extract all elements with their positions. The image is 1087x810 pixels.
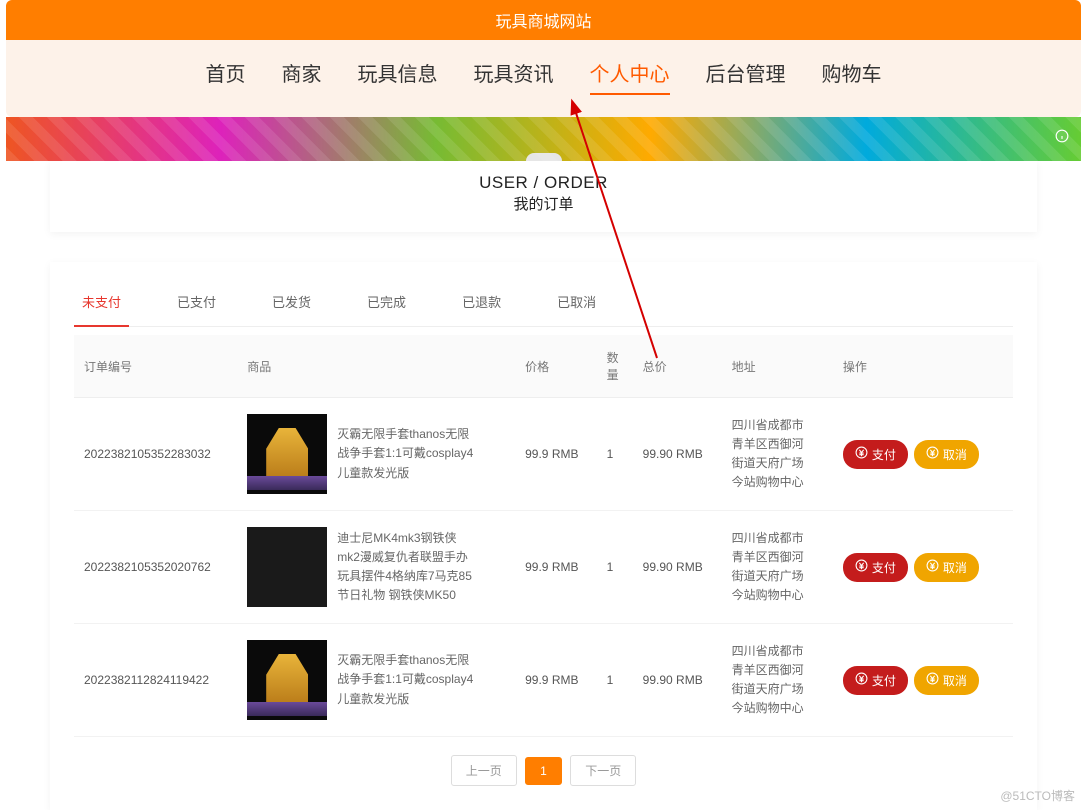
product-name: 灭霸无限手套thanos无限战争手套1:1可戴cosplay4 儿童款发光版 bbox=[337, 651, 477, 709]
nav-item-2[interactable]: 玩具信息 bbox=[358, 58, 438, 93]
pay-button[interactable]: 支付 bbox=[843, 553, 908, 582]
pager-current[interactable]: 1 bbox=[525, 757, 562, 785]
nav-item-3[interactable]: 玩具资讯 bbox=[474, 58, 554, 93]
tab-1[interactable]: 已支付 bbox=[169, 282, 224, 325]
cell-actions: 支付取消 bbox=[833, 511, 1013, 624]
pager-next[interactable]: 下一页 bbox=[570, 755, 636, 786]
yen-icon bbox=[926, 446, 939, 462]
yen-icon bbox=[855, 672, 868, 688]
cell-actions: 支付取消 bbox=[833, 398, 1013, 511]
yen-icon bbox=[855, 446, 868, 462]
th-address: 地址 bbox=[722, 335, 833, 398]
cell-actions: 支付取消 bbox=[833, 624, 1013, 737]
table-row: 2022382112824119422 灭霸无限手套thanos无限战争手套1:1… bbox=[74, 624, 1013, 737]
product-thumbnail[interactable] bbox=[247, 414, 327, 494]
cell-qty: 1 bbox=[597, 511, 633, 624]
pay-button[interactable]: 支付 bbox=[843, 666, 908, 695]
th-order-no: 订单编号 bbox=[74, 335, 237, 398]
tab-2[interactable]: 已发货 bbox=[264, 282, 319, 325]
cell-product: 灭霸无限手套thanos无限战争手套1:1可戴cosplay4 儿童款发光版 bbox=[237, 624, 515, 737]
cancel-button[interactable]: 取消 bbox=[914, 666, 979, 695]
cell-address: 四川省成都市青羊区西御河街道天府广场今站购物中心 bbox=[722, 624, 833, 737]
cell-price: 99.9 RMB bbox=[515, 511, 597, 624]
table-row: 2022382105352020762 迪士尼MK4mk3钢铁侠mk2漫威复仇者联… bbox=[74, 511, 1013, 624]
cell-product: 灭霸无限手套thanos无限战争手套1:1可戴cosplay4 儿童款发光版 bbox=[237, 398, 515, 511]
tab-3[interactable]: 已完成 bbox=[359, 282, 414, 325]
cell-total: 99.90 RMB bbox=[633, 398, 722, 511]
page-title-en: USER / ORDER bbox=[50, 173, 1037, 193]
tab-0[interactable]: 未支付 bbox=[74, 282, 129, 327]
nav-item-5[interactable]: 后台管理 bbox=[706, 58, 786, 93]
pagination: 上一页 1 下一页 bbox=[74, 755, 1013, 786]
cell-qty: 1 bbox=[597, 624, 633, 737]
info-icon bbox=[1055, 129, 1069, 143]
pay-button[interactable]: 支付 bbox=[843, 440, 908, 469]
site-title-banner: 玩具商城网站 bbox=[6, 0, 1081, 40]
hero-image-strip bbox=[6, 117, 1081, 161]
product-name: 灭霸无限手套thanos无限战争手套1:1可戴cosplay4 儿童款发光版 bbox=[337, 425, 477, 483]
pager-prev[interactable]: 上一页 bbox=[451, 755, 517, 786]
cell-price: 99.9 RMB bbox=[515, 398, 597, 511]
yen-icon bbox=[926, 559, 939, 575]
order-status-tabs: 未支付已支付已发货已完成已退款已取消 bbox=[74, 282, 1013, 327]
product-thumbnail[interactable] bbox=[247, 640, 327, 720]
page-title-zh: 我的订单 bbox=[50, 193, 1037, 214]
th-total: 总价 bbox=[633, 335, 722, 398]
cell-total: 99.90 RMB bbox=[633, 624, 722, 737]
yen-icon bbox=[926, 672, 939, 688]
th-qty: 数量 bbox=[597, 335, 633, 398]
yen-icon bbox=[855, 559, 868, 575]
nav-item-0[interactable]: 首页 bbox=[206, 58, 246, 93]
cell-address: 四川省成都市青羊区西御河街道天府广场今站购物中心 bbox=[722, 511, 833, 624]
watermark: @51CTO博客 bbox=[1000, 787, 1075, 804]
cell-order-no: 2022382112824119422 bbox=[74, 624, 237, 737]
orders-table: 订单编号 商品 价格 数量 总价 地址 操作 20223821053522830… bbox=[74, 335, 1013, 737]
tab-5[interactable]: 已取消 bbox=[549, 282, 604, 325]
cancel-button[interactable]: 取消 bbox=[914, 440, 979, 469]
cell-address: 四川省成都市青羊区西御河街道天府广场今站购物中心 bbox=[722, 398, 833, 511]
nav-item-4[interactable]: 个人中心 bbox=[590, 58, 670, 95]
product-name: 迪士尼MK4mk3钢铁侠mk2漫威复仇者联盟手办玩具摆件4格纳库7马克85节日礼… bbox=[337, 529, 477, 606]
th-price: 价格 bbox=[515, 335, 597, 398]
cell-product: 迪士尼MK4mk3钢铁侠mk2漫威复仇者联盟手办玩具摆件4格纳库7马克85节日礼… bbox=[237, 511, 515, 624]
main-nav: 首页 商家 玩具信息 玩具资讯 个人中心 后台管理 购物车 bbox=[6, 40, 1081, 117]
th-product: 商品 bbox=[237, 335, 515, 398]
page-title: USER / ORDER 我的订单 bbox=[50, 161, 1037, 232]
nav-item-1[interactable]: 商家 bbox=[282, 58, 322, 93]
cell-price: 99.9 RMB bbox=[515, 624, 597, 737]
product-thumbnail[interactable] bbox=[247, 527, 327, 607]
tab-4[interactable]: 已退款 bbox=[454, 282, 509, 325]
cancel-button[interactable]: 取消 bbox=[914, 553, 979, 582]
th-actions: 操作 bbox=[833, 335, 1013, 398]
cell-order-no: 2022382105352283032 bbox=[74, 398, 237, 511]
nav-item-6[interactable]: 购物车 bbox=[822, 58, 882, 93]
table-row: 2022382105352283032 灭霸无限手套thanos无限战争手套1:1… bbox=[74, 398, 1013, 511]
order-panel: 未支付已支付已发货已完成已退款已取消 订单编号 商品 价格 数量 总价 地址 操… bbox=[50, 262, 1037, 810]
cell-order-no: 2022382105352020762 bbox=[74, 511, 237, 624]
cell-qty: 1 bbox=[597, 398, 633, 511]
carousel-indicator[interactable] bbox=[526, 153, 562, 161]
cell-total: 99.90 RMB bbox=[633, 511, 722, 624]
